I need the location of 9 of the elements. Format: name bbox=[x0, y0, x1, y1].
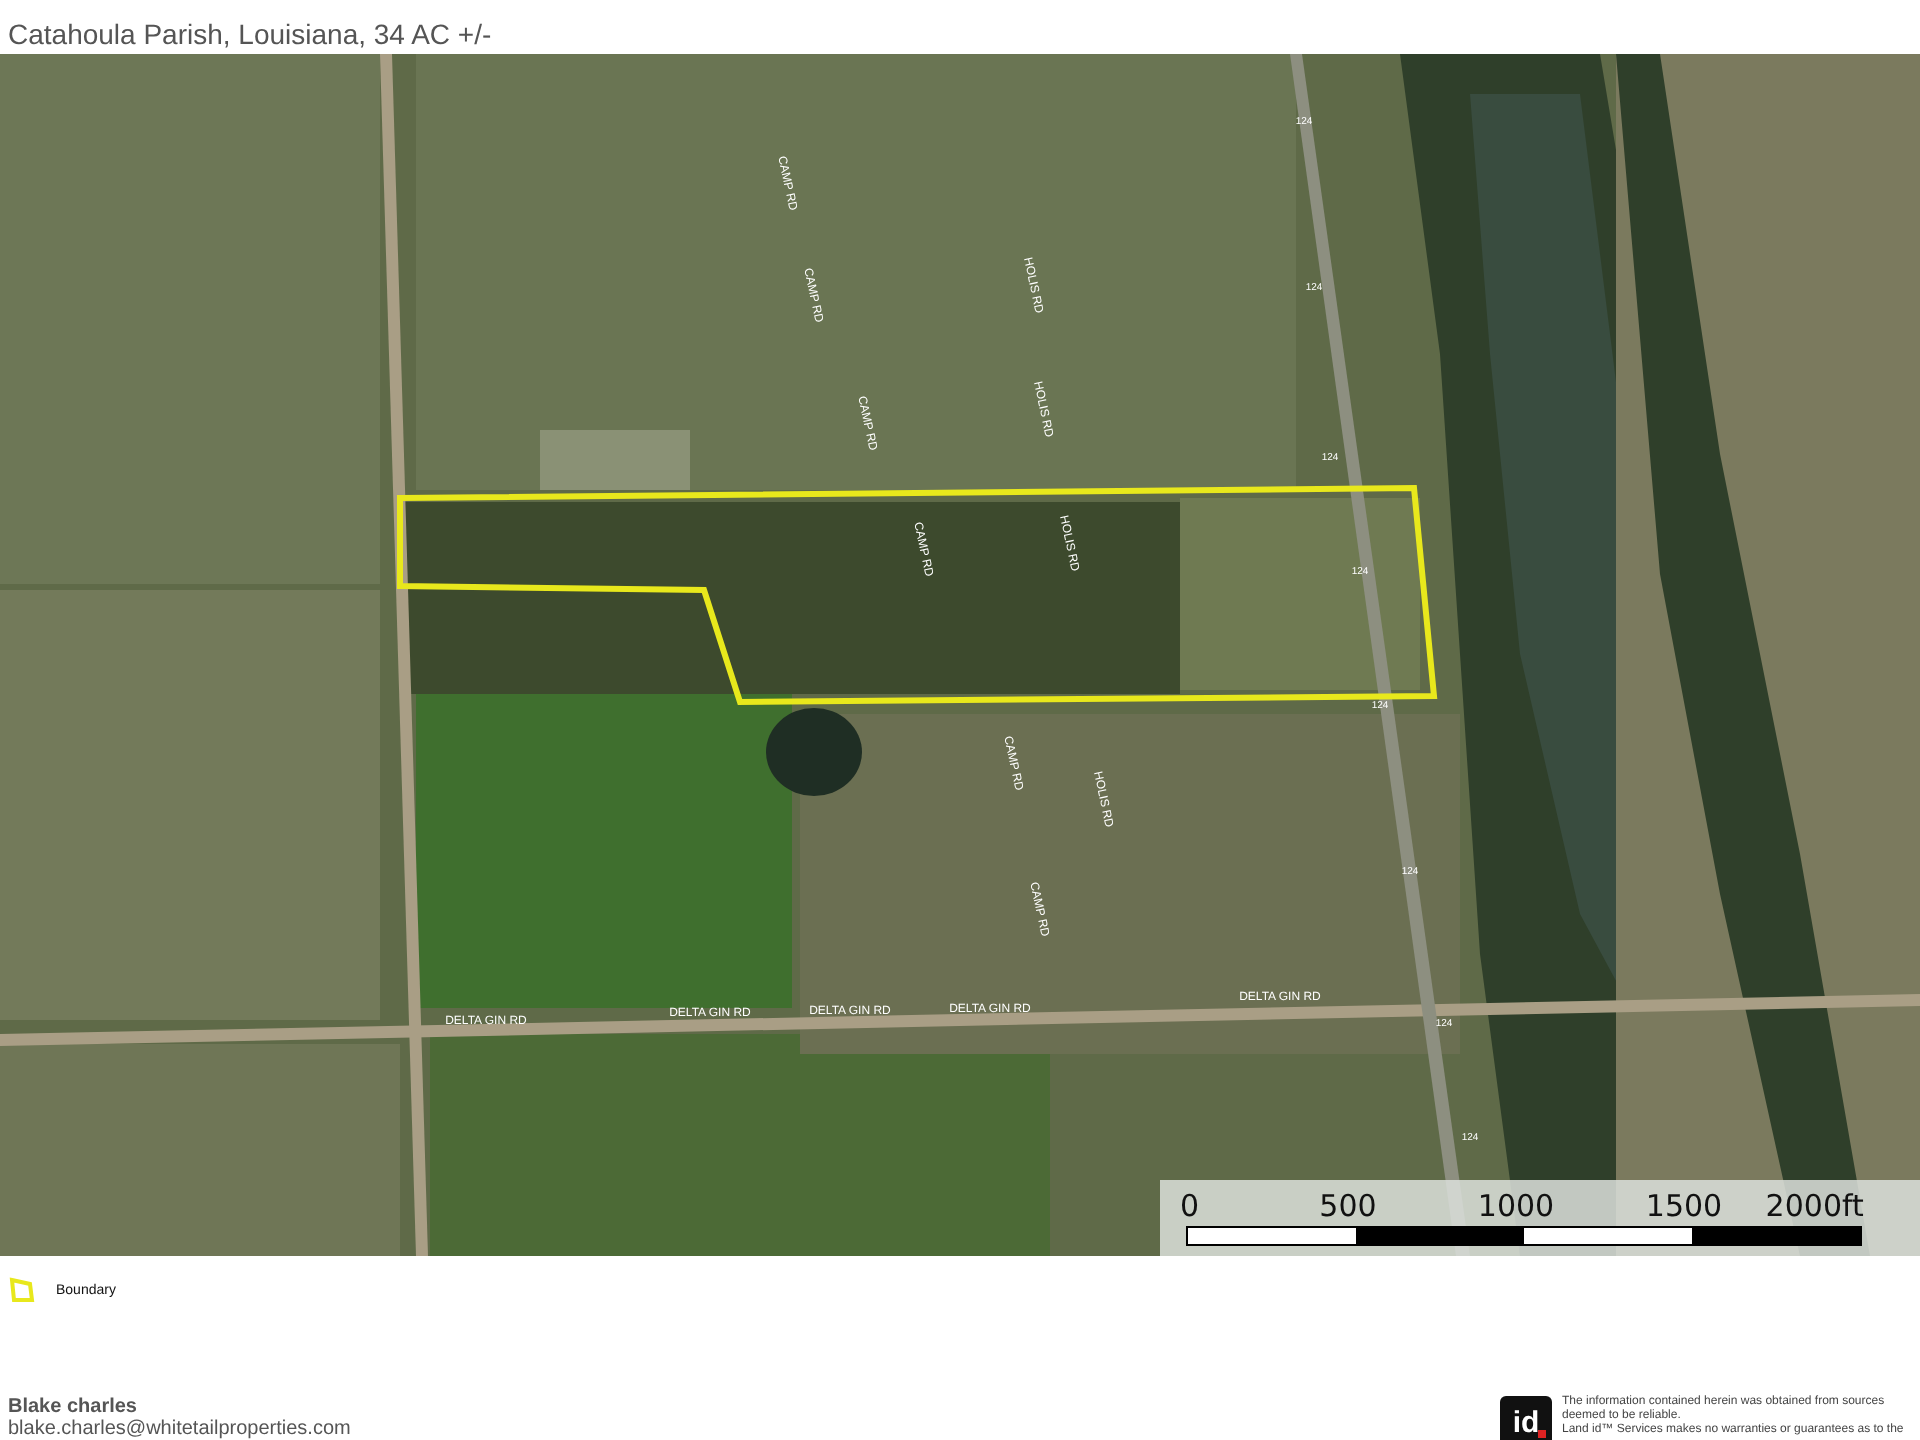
scale-label: 1500 bbox=[1645, 1188, 1723, 1224]
scale-label: 500 bbox=[1319, 1188, 1377, 1224]
company-logo: id bbox=[1500, 1396, 1552, 1440]
agent-name: Blake charles bbox=[8, 1396, 139, 1418]
scale-label: 1000 bbox=[1477, 1188, 1555, 1224]
map-subtitle: Catahoula Parish, Louisiana, 34 AC +/- bbox=[8, 16, 492, 54]
scale-label: 0 bbox=[1180, 1188, 1200, 1224]
agent-email: blake.charles@whitetailproperties.com bbox=[8, 1418, 351, 1440]
scale-label: 2000ft bbox=[1765, 1188, 1864, 1224]
